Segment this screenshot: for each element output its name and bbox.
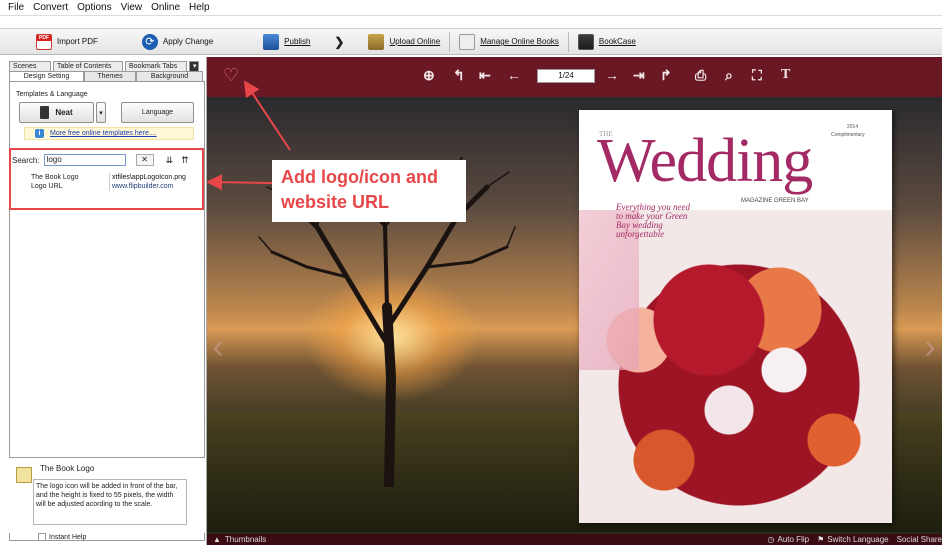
auto-flip-button[interactable]: Auto Flip xyxy=(778,535,810,544)
zoom-in-icon[interactable]: ⊕ xyxy=(423,67,435,84)
book-icon xyxy=(40,106,50,119)
upload-online-button[interactable]: Upload Online xyxy=(362,31,446,53)
instant-help-checkbox[interactable] xyxy=(38,533,46,541)
cover-magazine: MAGAZINE GREEN BAY xyxy=(741,198,809,204)
publish-icon xyxy=(263,33,280,50)
tabs-row-bottom: Design Setting Themes Background xyxy=(9,71,205,81)
page-number-input[interactable]: 1/24 xyxy=(537,69,595,83)
import-pdf-button[interactable]: PDF Import PDF xyxy=(30,31,104,53)
highlight-box xyxy=(9,148,204,210)
menu-convert[interactable]: Convert xyxy=(33,2,68,13)
templates-language-label: Templates & Language xyxy=(16,91,88,98)
auto-flip-icon: ◷ xyxy=(767,535,775,544)
tabs-row-top: Scenes Table of Contents Bookmark Tabs ▾ xyxy=(9,61,205,71)
menu-file[interactable]: File xyxy=(8,2,24,13)
text-icon[interactable]: T xyxy=(781,67,790,83)
cover-complimentary: Complimentary xyxy=(831,132,865,138)
menu-view[interactable]: View xyxy=(121,2,143,13)
tab-design-setting[interactable]: Design Setting xyxy=(9,71,84,81)
book-cover-page[interactable]: THE Wedding 2014 Complimentary MAGAZINE … xyxy=(579,110,892,523)
cover-tagline: Everything you need to make your Green B… xyxy=(616,202,690,239)
more-templates-link[interactable]: More free online templates here.... xyxy=(24,127,194,140)
toolbar-divider xyxy=(567,31,569,52)
bookcase-icon xyxy=(577,33,594,50)
undo-icon[interactable]: ↰ xyxy=(453,67,465,84)
fullscreen-icon[interactable]: ⛶ xyxy=(752,67,762,84)
flag-icon: ⚑ xyxy=(817,535,825,544)
next-page-arrow-icon[interactable]: › xyxy=(919,317,941,377)
annotation-line-2: website URL xyxy=(281,192,390,212)
last-page-icon[interactable]: ⇥ xyxy=(633,67,645,84)
previous-page-icon[interactable]: ← xyxy=(507,67,521,83)
manage-online-books-button[interactable]: Manage Online Books xyxy=(453,31,565,53)
template-dropdown[interactable]: ▾ xyxy=(96,102,106,123)
tab-table-of-contents[interactable]: Table of Contents xyxy=(53,61,123,71)
upload-icon xyxy=(368,33,385,50)
redo-icon[interactable]: ↱ xyxy=(660,67,672,84)
book-logo-icon[interactable]: ♡ xyxy=(223,65,239,86)
menu-options[interactable]: Options xyxy=(77,2,111,13)
print-icon[interactable]: ⎙ xyxy=(695,67,706,84)
tab-dropdown-icon[interactable]: ▾ xyxy=(189,61,199,71)
template-button[interactable]: Neat xyxy=(19,102,94,123)
annotation-callout: Add logo/icon and website URL xyxy=(272,160,466,222)
settings-panel: Scenes Table of Contents Bookmark Tabs ▾… xyxy=(0,57,207,545)
toolbar-divider xyxy=(449,31,451,52)
tab-scenes[interactable]: Scenes xyxy=(9,61,51,71)
book-preview: ♡ ⊕ ↰ ⇤ ← 1/24 → ⇥ ↱ ⎙ ⌕ ⛶ T ‹ › THE Wed… xyxy=(207,57,942,545)
menu-bar: File Convert Options View Online Help xyxy=(0,0,942,16)
prev-page-arrow-icon[interactable]: ‹ xyxy=(207,317,229,377)
publish-button[interactable]: Publish xyxy=(257,31,316,53)
manage-books-icon xyxy=(459,33,476,50)
apply-change-button[interactable]: ⟳ Apply Change xyxy=(136,31,219,53)
help-icon xyxy=(16,467,32,483)
cover-title: Wedding xyxy=(597,127,813,195)
language-button[interactable]: Language xyxy=(121,102,194,123)
annotation-line-1: Add logo/icon and xyxy=(281,167,438,187)
cover-year: 2014 xyxy=(847,124,859,130)
tab-bookmark-tabs[interactable]: Bookmark Tabs xyxy=(125,61,187,71)
instant-help[interactable]: Instant Help xyxy=(38,533,86,541)
next-page-icon[interactable]: → xyxy=(605,67,619,83)
thumbnails-button[interactable]: Thumbnails xyxy=(225,535,266,544)
help-text: The logo icon will be added in front of … xyxy=(33,479,187,525)
viewer-status-bar: ▲ Thumbnails ◷ Auto Flip ⚑ Switch Langua… xyxy=(207,534,942,545)
bookcase-button[interactable]: BookCase xyxy=(572,31,642,53)
menu-online[interactable]: Online xyxy=(151,2,180,13)
search-icon[interactable]: ⌕ xyxy=(725,67,733,84)
main-toolbar: PDF Import PDF ⟳ Apply Change Publish ❯ … xyxy=(0,28,942,55)
thumbnails-icon[interactable]: ▲ xyxy=(213,535,221,544)
menu-help[interactable]: Help xyxy=(189,2,210,13)
tab-themes[interactable]: Themes xyxy=(84,71,136,81)
viewer-toolbar: ♡ ⊕ ↰ ⇤ ← 1/24 → ⇥ ↱ ⎙ ⌕ ⛶ T xyxy=(207,57,942,97)
switch-language-button[interactable]: Switch Language xyxy=(827,535,888,544)
refresh-icon: ⟳ xyxy=(141,33,158,50)
tab-background[interactable]: Background xyxy=(136,71,203,81)
help-title: The Book Logo xyxy=(40,464,95,473)
chevron-right-icon[interactable]: ❯ xyxy=(334,35,344,49)
info-icon: i xyxy=(35,129,44,138)
first-page-icon[interactable]: ⇤ xyxy=(479,67,491,84)
social-share-button[interactable]: Social Share xyxy=(897,535,942,544)
pdf-icon: PDF xyxy=(36,33,52,50)
